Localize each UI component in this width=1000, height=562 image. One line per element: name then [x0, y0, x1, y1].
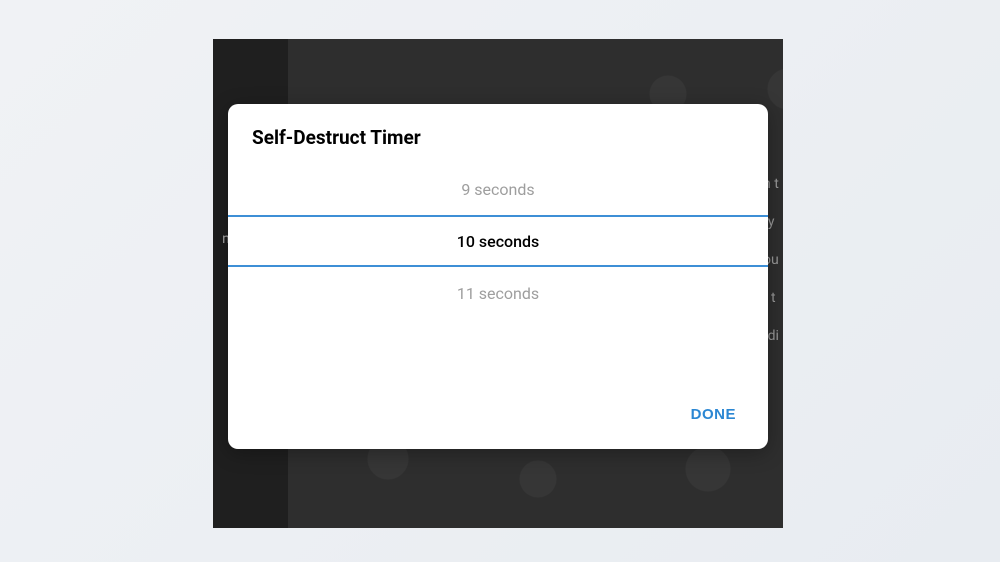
picker-option-prev[interactable]: 9 seconds — [228, 163, 768, 215]
dialog-title: Self-Destruct Timer — [228, 104, 768, 163]
picker-option-selected[interactable]: 10 seconds — [228, 215, 768, 267]
done-button[interactable]: DONE — [681, 398, 746, 431]
self-destruct-timer-dialog: Self-Destruct Timer 9 seconds 10 seconds… — [228, 104, 768, 449]
dialog-actions: DONE — [228, 384, 768, 449]
timer-picker[interactable]: 9 seconds 10 seconds 11 seconds — [228, 163, 768, 384]
app-screenshot-frame: n t ry ou t t rdi n a Self-Destruct Time… — [213, 39, 783, 528]
picker-option-next[interactable]: 11 seconds — [228, 267, 768, 319]
